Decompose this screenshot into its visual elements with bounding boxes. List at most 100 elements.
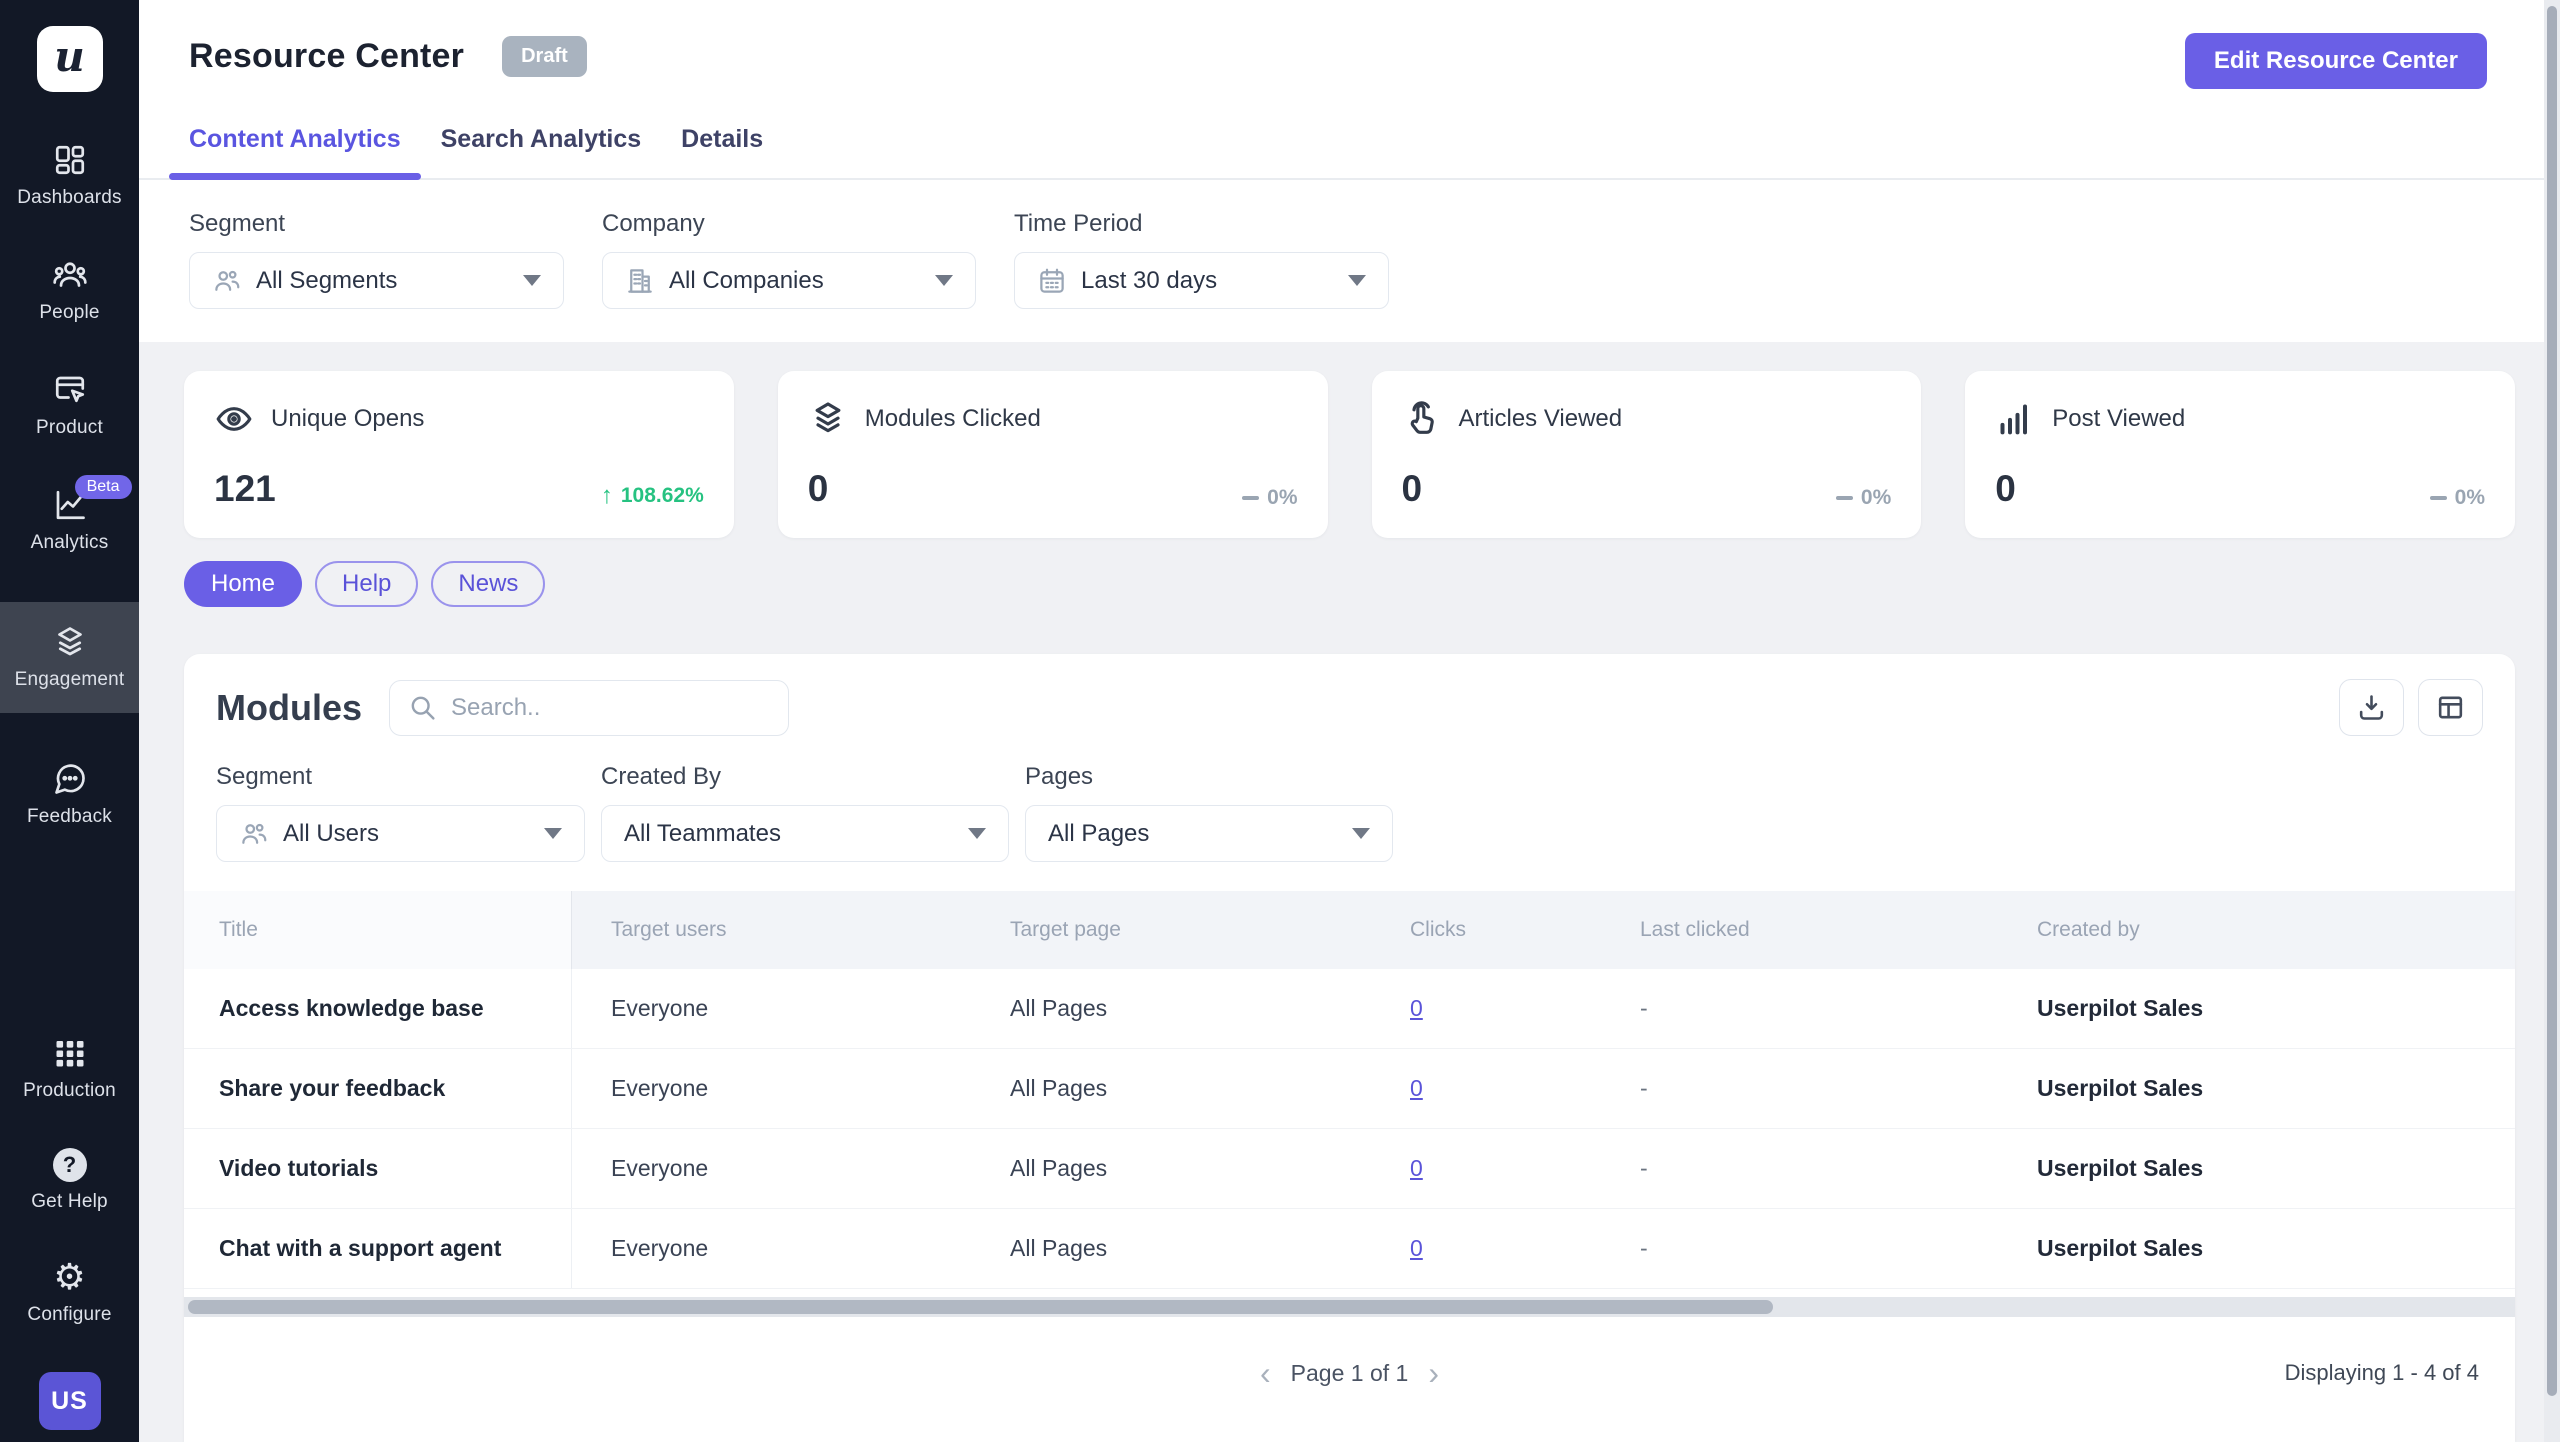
arrow-up-icon: ↑	[601, 482, 613, 510]
row-target-users: Everyone	[572, 1235, 970, 1262]
column-header-title[interactable]: Title	[184, 891, 572, 969]
dashboards-grid-icon	[52, 142, 88, 178]
feedback-bubble-icon	[52, 761, 88, 797]
segment-filter: Segment All Segments	[189, 210, 564, 309]
table-row[interactable]: Video tutorials Everyone All Pages 0 - U…	[184, 1129, 2515, 1209]
modules-panel: Modules Segment	[184, 654, 2515, 1442]
window-vertical-scrollbar[interactable]	[2544, 0, 2560, 1442]
row-clicks-link[interactable]: 0	[1410, 1155, 1423, 1181]
global-filters: Segment All Segments Company All Compani…	[139, 180, 2560, 342]
row-target-users: Everyone	[572, 1155, 970, 1182]
sidebar-item-label: Configure	[27, 1304, 111, 1326]
table-row[interactable]: Access knowledge base Everyone All Pages…	[184, 969, 2515, 1049]
user-avatar[interactable]: US	[39, 1372, 101, 1430]
dash-icon	[1242, 496, 1259, 500]
stat-delta: 0%	[1242, 486, 1297, 510]
column-header-created-by[interactable]: Created by	[2000, 918, 2515, 942]
sidebar-item-configure[interactable]: ⚙ Configure	[0, 1259, 139, 1326]
people-icon	[212, 266, 242, 296]
stat-label: Modules Clicked	[865, 405, 1041, 433]
modules-segment-select[interactable]: All Users	[216, 805, 585, 862]
sidebar-item-get-help[interactable]: ? Get Help	[0, 1148, 139, 1213]
main-area: Resource Center Draft Edit Resource Cent…	[139, 0, 2560, 1442]
columns-button[interactable]	[2418, 679, 2483, 736]
time-period-filter: Time Period Last 30 days	[1014, 210, 1389, 309]
pages-select[interactable]: All Pages	[1025, 805, 1393, 862]
tab-content-analytics[interactable]: Content Analytics	[169, 117, 421, 178]
sidebar-item-analytics[interactable]: Beta Analytics	[0, 487, 139, 554]
download-button[interactable]	[2339, 679, 2404, 736]
scrollbar-thumb[interactable]	[2547, 6, 2557, 1396]
table-horizontal-scrollbar[interactable]	[184, 1297, 2515, 1317]
sidebar: u Dashboards People Product Beta	[0, 0, 139, 1442]
bars-icon	[1995, 399, 2035, 439]
created-by-select[interactable]: All Teammates	[601, 805, 1009, 862]
row-target-users: Everyone	[572, 995, 970, 1022]
chevron-down-icon	[544, 828, 562, 839]
row-target-page: All Pages	[970, 1235, 1370, 1262]
company-filter-value: All Companies	[669, 267, 824, 295]
created-by-label: Created By	[601, 763, 1009, 791]
pages-value: All Pages	[1048, 820, 1149, 848]
sidebar-bottom: Production ? Get Help ⚙ Configure US	[0, 1035, 139, 1442]
pages-filter: Pages All Pages	[1025, 763, 1393, 862]
sidebar-item-label: Analytics	[31, 532, 109, 554]
stat-card-unique-opens: Unique Opens 121 ↑108.62%	[184, 371, 734, 538]
segment-filter-label: Segment	[189, 210, 564, 238]
company-filter-select[interactable]: All Companies	[602, 252, 976, 309]
chevron-down-icon	[935, 275, 953, 286]
sidebar-item-label: People	[39, 302, 99, 324]
table-row[interactable]: Share your feedback Everyone All Pages 0…	[184, 1049, 2515, 1129]
pill-news[interactable]: News	[431, 561, 545, 607]
pill-help[interactable]: Help	[315, 561, 418, 607]
column-header-target-users[interactable]: Target users	[572, 918, 970, 942]
sidebar-item-engagement[interactable]: Engagement	[0, 602, 139, 713]
people-icon	[239, 819, 269, 849]
sidebar-item-label: Feedback	[27, 806, 112, 828]
stat-value: 0	[808, 468, 829, 510]
segment-filter-select[interactable]: All Segments	[189, 252, 564, 309]
sidebar-nav: Dashboards People Product Beta Analytics	[0, 142, 139, 828]
row-target-users: Everyone	[572, 1075, 970, 1102]
question-mark-icon: ?	[53, 1148, 87, 1182]
sidebar-item-feedback[interactable]: Feedback	[0, 761, 139, 828]
stat-value: 0	[1402, 468, 1423, 510]
layers-icon	[808, 399, 848, 439]
userpilot-logo[interactable]: u	[37, 26, 103, 92]
row-created-by: Userpilot Sales	[2000, 995, 2515, 1022]
sidebar-item-production[interactable]: Production	[0, 1035, 139, 1102]
column-header-target-page[interactable]: Target page	[970, 918, 1370, 942]
previous-page-button[interactable]: ‹	[1260, 1357, 1271, 1389]
time-period-filter-select[interactable]: Last 30 days	[1014, 252, 1389, 309]
tab-search-analytics[interactable]: Search Analytics	[421, 117, 662, 178]
eye-icon	[214, 399, 254, 439]
row-title: Access knowledge base	[184, 969, 572, 1048]
engagement-layers-icon	[52, 624, 88, 660]
modules-search[interactable]	[389, 680, 789, 736]
search-input[interactable]	[451, 694, 751, 722]
column-header-clicks[interactable]: Clicks	[1370, 918, 1600, 942]
edit-resource-center-button[interactable]: Edit Resource Center	[2185, 33, 2487, 89]
created-by-value: All Teammates	[624, 820, 781, 848]
dash-icon	[2430, 496, 2447, 500]
scrollbar-thumb[interactable]	[188, 1300, 1773, 1314]
tab-bar: Content Analytics Search Analytics Detai…	[139, 117, 2560, 180]
top-header: Resource Center Draft Edit Resource Cent…	[139, 0, 2560, 342]
row-clicks-link[interactable]: 0	[1410, 1075, 1423, 1101]
column-header-last-clicked[interactable]: Last clicked	[1600, 918, 2000, 942]
pill-home[interactable]: Home	[184, 561, 302, 607]
stat-value: 0	[1995, 468, 2016, 510]
stat-card-post-viewed: Post Viewed 0 0%	[1965, 371, 2515, 538]
chevron-down-icon	[523, 275, 541, 286]
sidebar-item-product[interactable]: Product	[0, 372, 139, 439]
beta-badge: Beta	[75, 475, 132, 499]
row-clicks-link[interactable]: 0	[1410, 995, 1423, 1021]
logo-letter: u	[54, 32, 85, 81]
next-page-button[interactable]: ›	[1428, 1357, 1439, 1389]
tab-details[interactable]: Details	[661, 117, 783, 178]
row-clicks-link[interactable]: 0	[1410, 1235, 1423, 1261]
building-icon	[625, 266, 655, 296]
sidebar-item-dashboards[interactable]: Dashboards	[0, 142, 139, 209]
table-row[interactable]: Chat with a support agent Everyone All P…	[184, 1209, 2515, 1289]
sidebar-item-people[interactable]: People	[0, 257, 139, 324]
